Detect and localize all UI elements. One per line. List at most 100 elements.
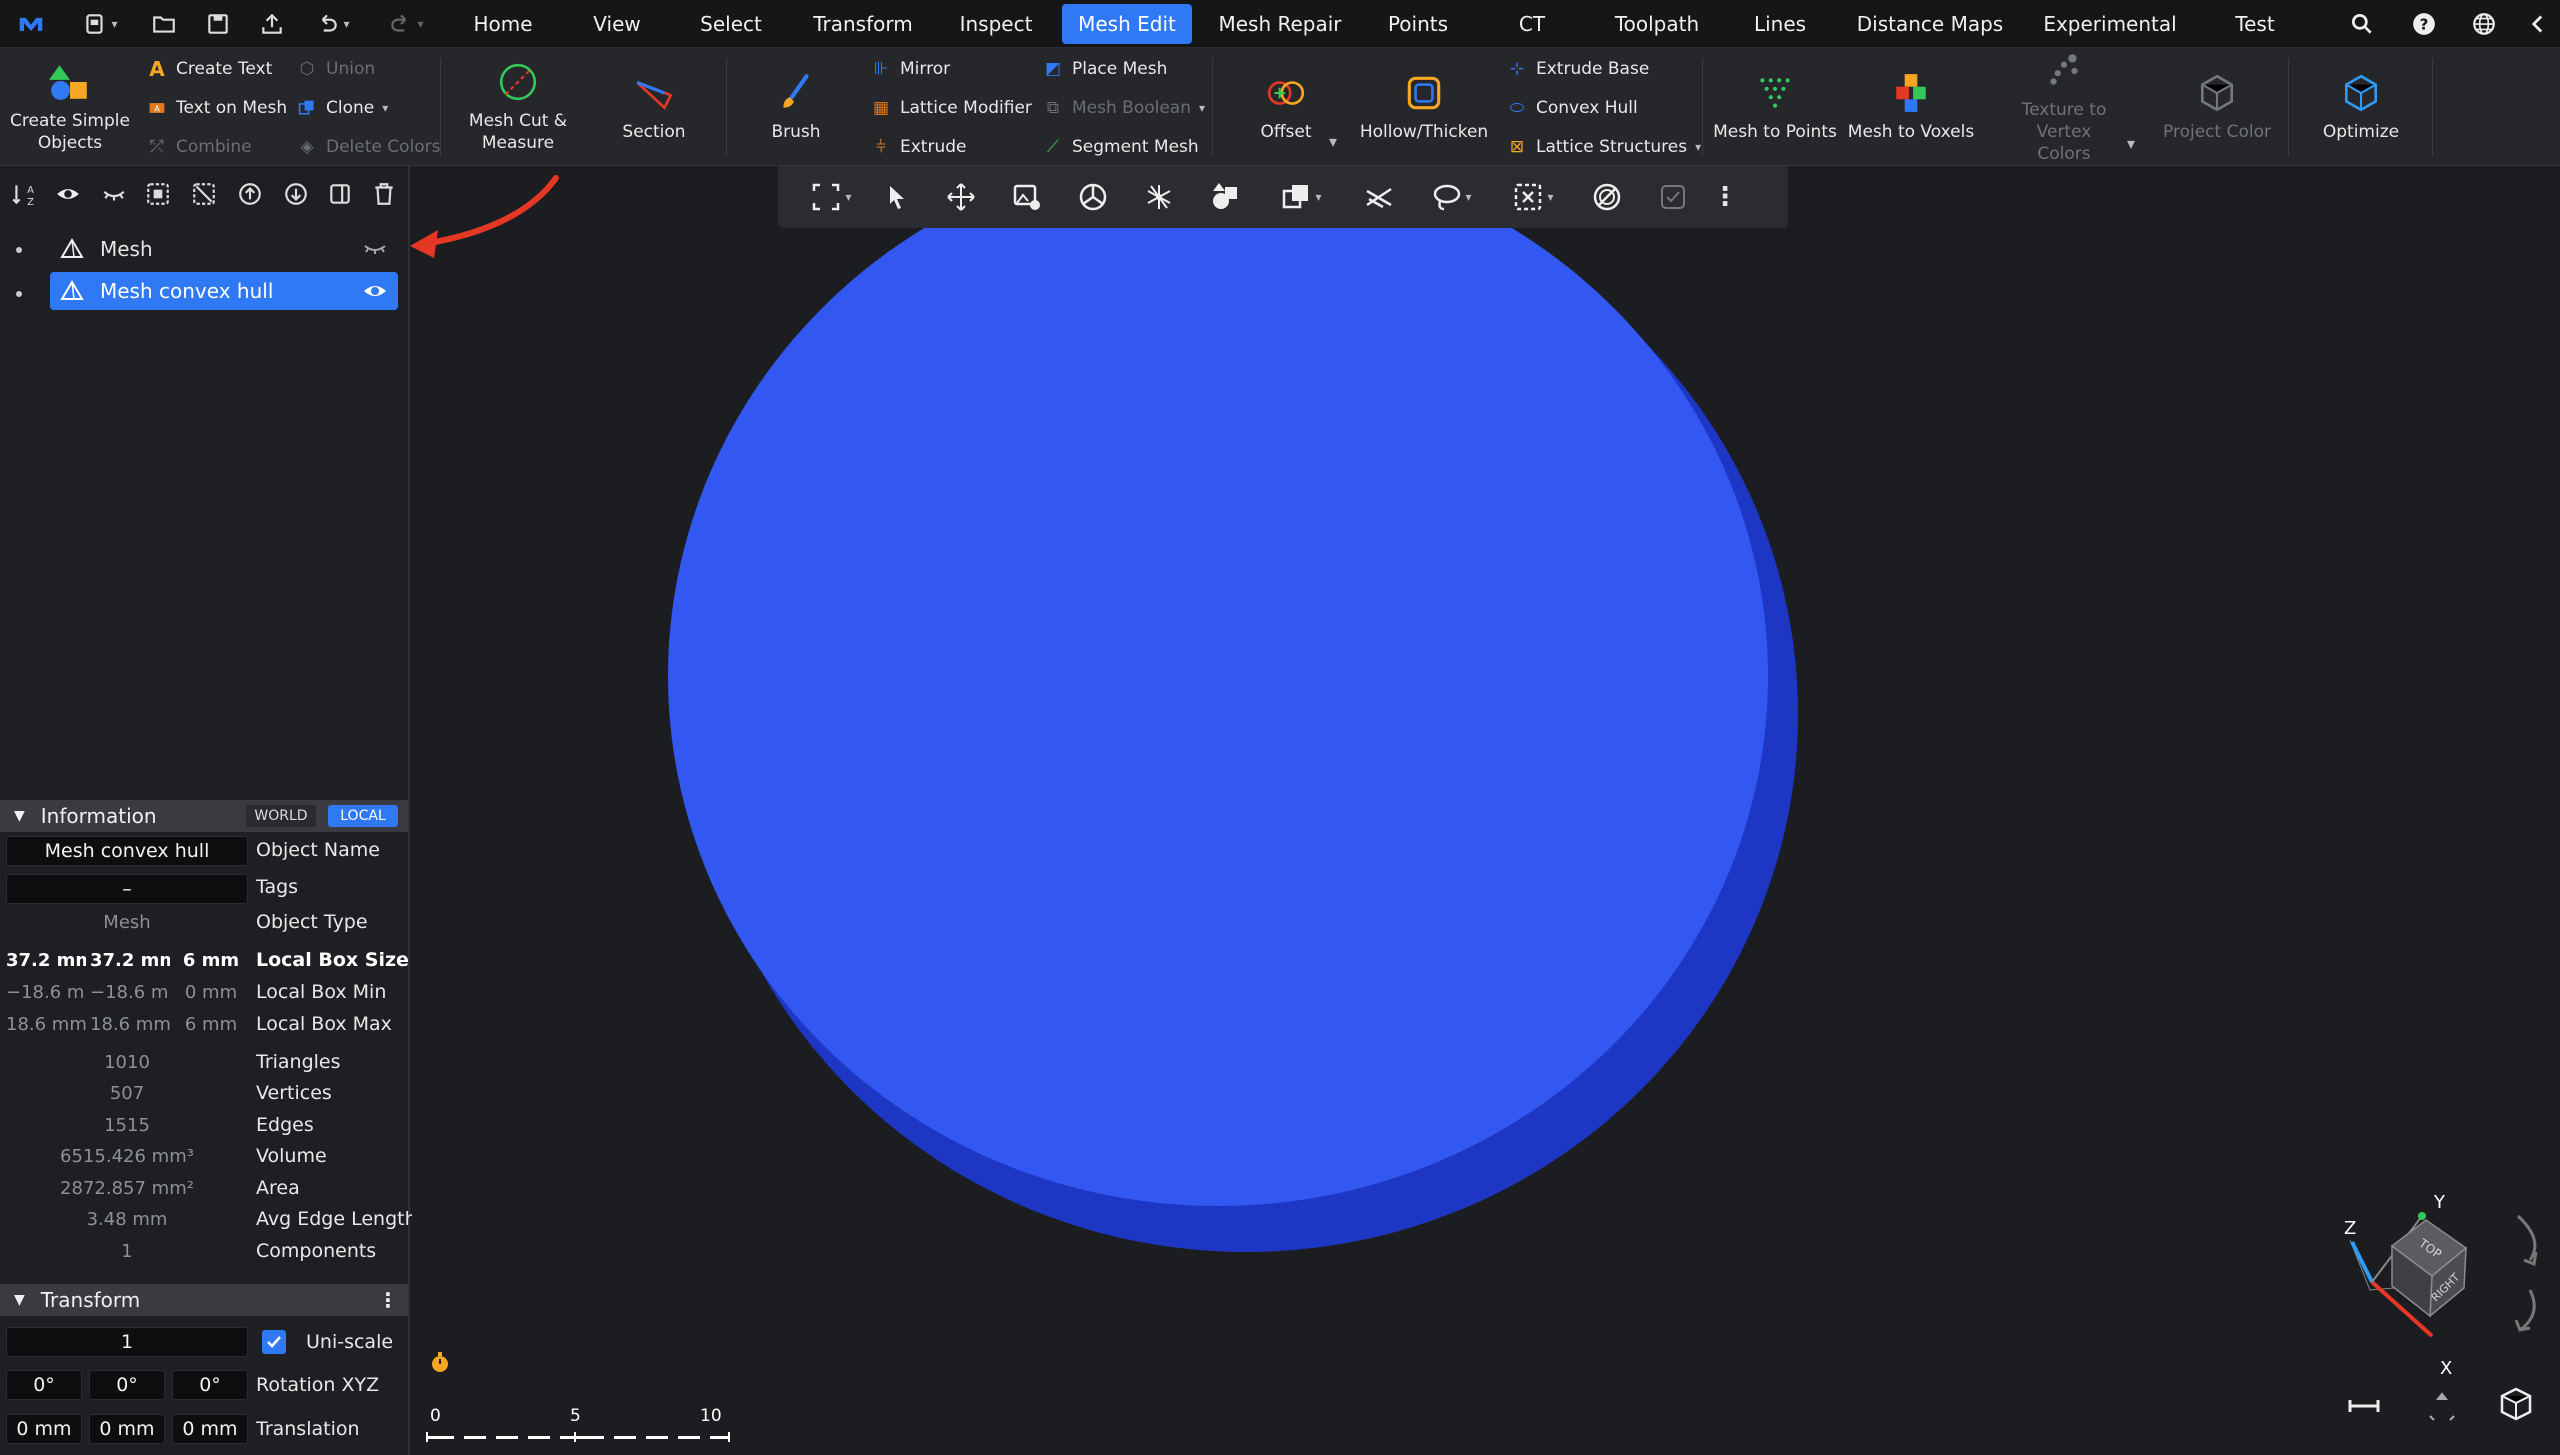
translation-y-field[interactable]: 0 mm [89, 1414, 165, 1444]
clone-button[interactable]: Clone ▾ [296, 93, 388, 123]
view-cube-toggle-icon[interactable] [2496, 1384, 2536, 1424]
tab-distance-maps[interactable]: Distance Maps [1852, 0, 2008, 48]
new-scene-icon[interactable]: ▾ [72, 0, 128, 48]
fit-view-icon[interactable]: ▾ [798, 166, 864, 228]
shapes-icon[interactable] [1202, 166, 1248, 228]
help-icon[interactable]: ? [2406, 0, 2442, 48]
sort-az-icon[interactable]: AZ [6, 176, 42, 212]
text-on-mesh-button[interactable]: A Text on Mesh [146, 93, 287, 123]
deselect-all-icon[interactable] [186, 176, 222, 212]
3d-viewport[interactable] [412, 166, 2560, 1455]
mesh-to-voxels-button[interactable]: Mesh to Voxels [1846, 48, 1976, 166]
hollow-thicken-button[interactable]: Hollow/Thicken [1356, 48, 1492, 166]
brush-button[interactable]: Brush [736, 48, 856, 166]
extrude-button[interactable]: ⫩ Extrude [870, 132, 966, 162]
convex-hull-button[interactable]: ⬭ Convex Hull [1506, 93, 1638, 123]
layers-copy-icon[interactable]: ▾ [1268, 166, 1334, 228]
move-up-icon[interactable] [232, 176, 268, 212]
lattice-structures-button[interactable]: ⊠ Lattice Structures ▾ [1506, 132, 1701, 162]
project-color-button[interactable]: Project Color [2152, 48, 2282, 166]
mesh-boolean-dropdown-icon[interactable]: ▾ [1199, 101, 1205, 115]
confirm-check-icon[interactable] [1650, 166, 1696, 228]
view-cube[interactable]: TOP RIGHT Z Y X [2330, 1190, 2550, 1390]
hidden-eye-icon[interactable] [362, 238, 388, 260]
mesh-cut-measure-button[interactable]: Mesh Cut & Measure [450, 48, 586, 166]
select-all-icon[interactable] [140, 176, 176, 212]
local-toggle[interactable]: LOCAL [328, 805, 398, 827]
tree-item-mesh-convex-hull[interactable]: Mesh convex hull [50, 272, 398, 310]
translation-z-field[interactable]: 0 mm [172, 1414, 248, 1444]
optimize-button[interactable]: Optimize [2296, 48, 2426, 166]
collapse-chevron-icon[interactable]: ▼ [14, 808, 25, 824]
create-text-button[interactable]: A Create Text [146, 54, 272, 84]
tab-select[interactable]: Select [688, 0, 774, 48]
export-icon[interactable] [252, 0, 292, 48]
texture-to-vertex-colors-button[interactable]: Texture to Vertex Colors [1984, 48, 2144, 166]
segment-mesh-button[interactable]: ⟋ Segment Mesh [1042, 132, 1199, 162]
tab-experimental[interactable]: Experimental [2036, 0, 2184, 48]
fit-selection-icon[interactable] [2424, 1390, 2460, 1424]
move-down-icon[interactable] [278, 176, 314, 212]
uniscale-checkbox[interactable] [262, 1330, 286, 1354]
hide-all-icon[interactable] [96, 176, 132, 212]
timer-icon[interactable] [428, 1350, 452, 1374]
rotation-y-field[interactable]: 0° [89, 1370, 165, 1400]
rotation-x-field[interactable]: 0° [6, 1370, 82, 1400]
delete-colors-button[interactable]: ◈ Delete Colors [296, 132, 440, 162]
search-icon[interactable] [2344, 0, 2380, 48]
mesh-to-points-button[interactable]: Mesh to Points [1710, 48, 1840, 166]
split-view-icon[interactable] [322, 176, 358, 212]
lasso-icon[interactable]: ▾ [1418, 166, 1484, 228]
extrude-base-button[interactable]: ⊹ Extrude Base [1506, 54, 1649, 84]
no-entry-icon[interactable] [1584, 166, 1630, 228]
rotation-z-field[interactable]: 0° [172, 1370, 248, 1400]
tab-toolpath[interactable]: Toolpath [1604, 0, 1710, 48]
tab-view[interactable]: View [574, 0, 660, 48]
scale-field[interactable]: 1 [6, 1327, 248, 1357]
measure-ruler-icon[interactable] [2346, 1394, 2382, 1418]
world-toggle[interactable]: WORLD [246, 805, 316, 827]
lattice-modifier-button[interactable]: ▦ Lattice Modifier [870, 93, 1032, 123]
union-button[interactable]: ⬡ Union [296, 54, 376, 84]
combine-button[interactable]: ⤱ Combine [146, 132, 251, 162]
tab-points[interactable]: Points [1372, 0, 1464, 48]
tab-home[interactable]: Home [460, 0, 546, 48]
mesh-boolean-button[interactable]: ⧉ Mesh Boolean ▾ [1042, 93, 1205, 123]
tree-item-mesh[interactable]: Mesh [50, 230, 398, 268]
delete-trash-icon[interactable] [366, 176, 402, 212]
tab-mesh-edit[interactable]: Mesh Edit [1062, 4, 1192, 44]
tab-transform[interactable]: Transform [808, 0, 918, 48]
box-deselect-icon[interactable]: ▾ [1500, 166, 1566, 228]
clipping-plane-icon[interactable] [1356, 166, 1402, 228]
save-icon[interactable] [198, 0, 238, 48]
move-arrows-icon[interactable] [938, 166, 984, 228]
edit-picture-icon[interactable] [1004, 166, 1050, 228]
tab-lines[interactable]: Lines [1740, 0, 1820, 48]
collapse-chevron-icon[interactable]: ▼ [14, 1292, 25, 1308]
clone-dropdown-icon[interactable]: ▾ [382, 101, 388, 115]
lattice-structures-dropdown-icon[interactable]: ▾ [1695, 140, 1701, 154]
offset-dropdown-icon[interactable]: ▾ [1329, 132, 1337, 151]
texture-dropdown-icon[interactable]: ▾ [2127, 134, 2135, 153]
mercedes-orbit-icon[interactable] [1070, 166, 1116, 228]
tags-field[interactable]: – [6, 874, 248, 904]
information-header[interactable]: ▼ Information WORLD LOCAL [0, 800, 408, 832]
language-globe-icon[interactable] [2464, 0, 2504, 48]
show-all-eye-icon[interactable] [50, 176, 86, 212]
visible-eye-icon[interactable] [362, 280, 388, 302]
transform-header[interactable]: ▼ Transform ⋮ [0, 1284, 408, 1316]
section-button[interactable]: Section [596, 48, 712, 166]
mirror-button[interactable]: ⊪ Mirror [870, 54, 951, 84]
tab-mesh-repair[interactable]: Mesh Repair [1212, 0, 1348, 48]
open-folder-icon[interactable] [144, 0, 184, 48]
create-simple-objects-button[interactable]: Create Simple Objects [4, 48, 136, 166]
place-mesh-button[interactable]: ◩ Place Mesh [1042, 54, 1167, 84]
tab-inspect[interactable]: Inspect [948, 0, 1044, 48]
collapse-chevron-icon[interactable] [2520, 0, 2556, 48]
app-logo-icon[interactable] [8, 0, 54, 48]
select-pointer-icon[interactable] [874, 166, 920, 228]
undo-icon[interactable]: ▾ [306, 0, 358, 48]
tab-test[interactable]: Test [2212, 0, 2298, 48]
object-name-field[interactable]: Mesh convex hull [6, 836, 248, 866]
offset-button[interactable]: Offset [1226, 48, 1346, 166]
